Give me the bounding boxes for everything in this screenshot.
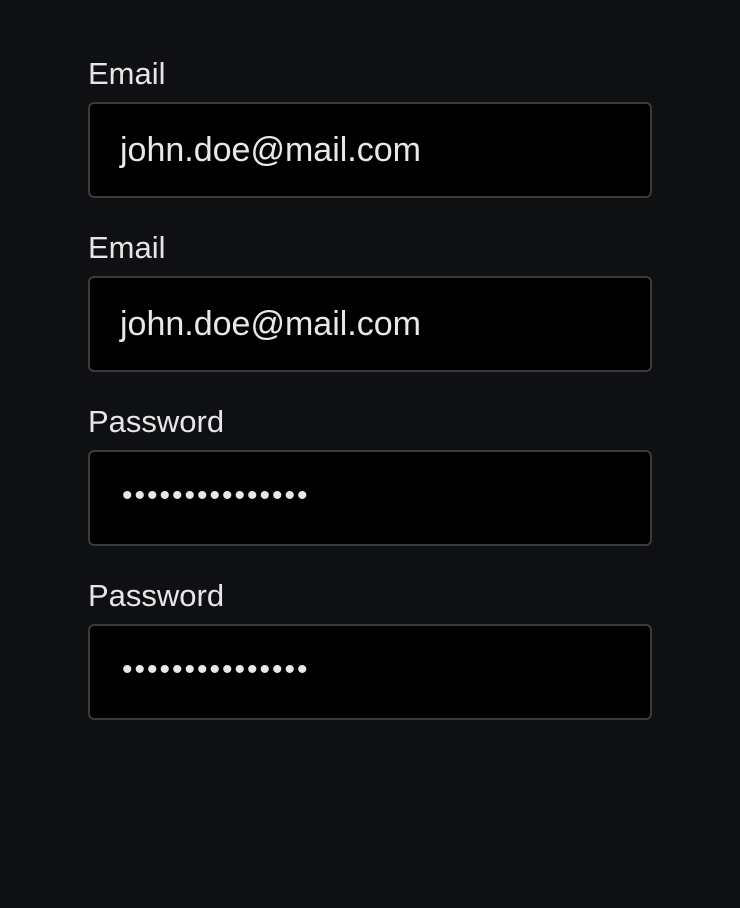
password-field[interactable]: ••••••••••••••• (88, 624, 652, 720)
email-label: Email (88, 56, 166, 91)
email-label: Email (88, 230, 166, 265)
password-label: Password (88, 404, 225, 439)
password-field-group: Password ••••••••••••••• (88, 404, 652, 546)
email-field[interactable]: john.doe@mail.com (88, 102, 652, 198)
password-field[interactable]: ••••••••••••••• (88, 450, 652, 546)
email-field[interactable]: john.doe@mail.com (88, 276, 652, 372)
login-form: Email john.doe@mail.com Email john.doe@m… (88, 56, 652, 752)
password-label: Password (88, 578, 225, 613)
email-field-group: Email john.doe@mail.com (88, 230, 652, 372)
email-field-group: Email john.doe@mail.com (88, 56, 652, 198)
password-field-group: Password ••••••••••••••• (88, 578, 652, 720)
